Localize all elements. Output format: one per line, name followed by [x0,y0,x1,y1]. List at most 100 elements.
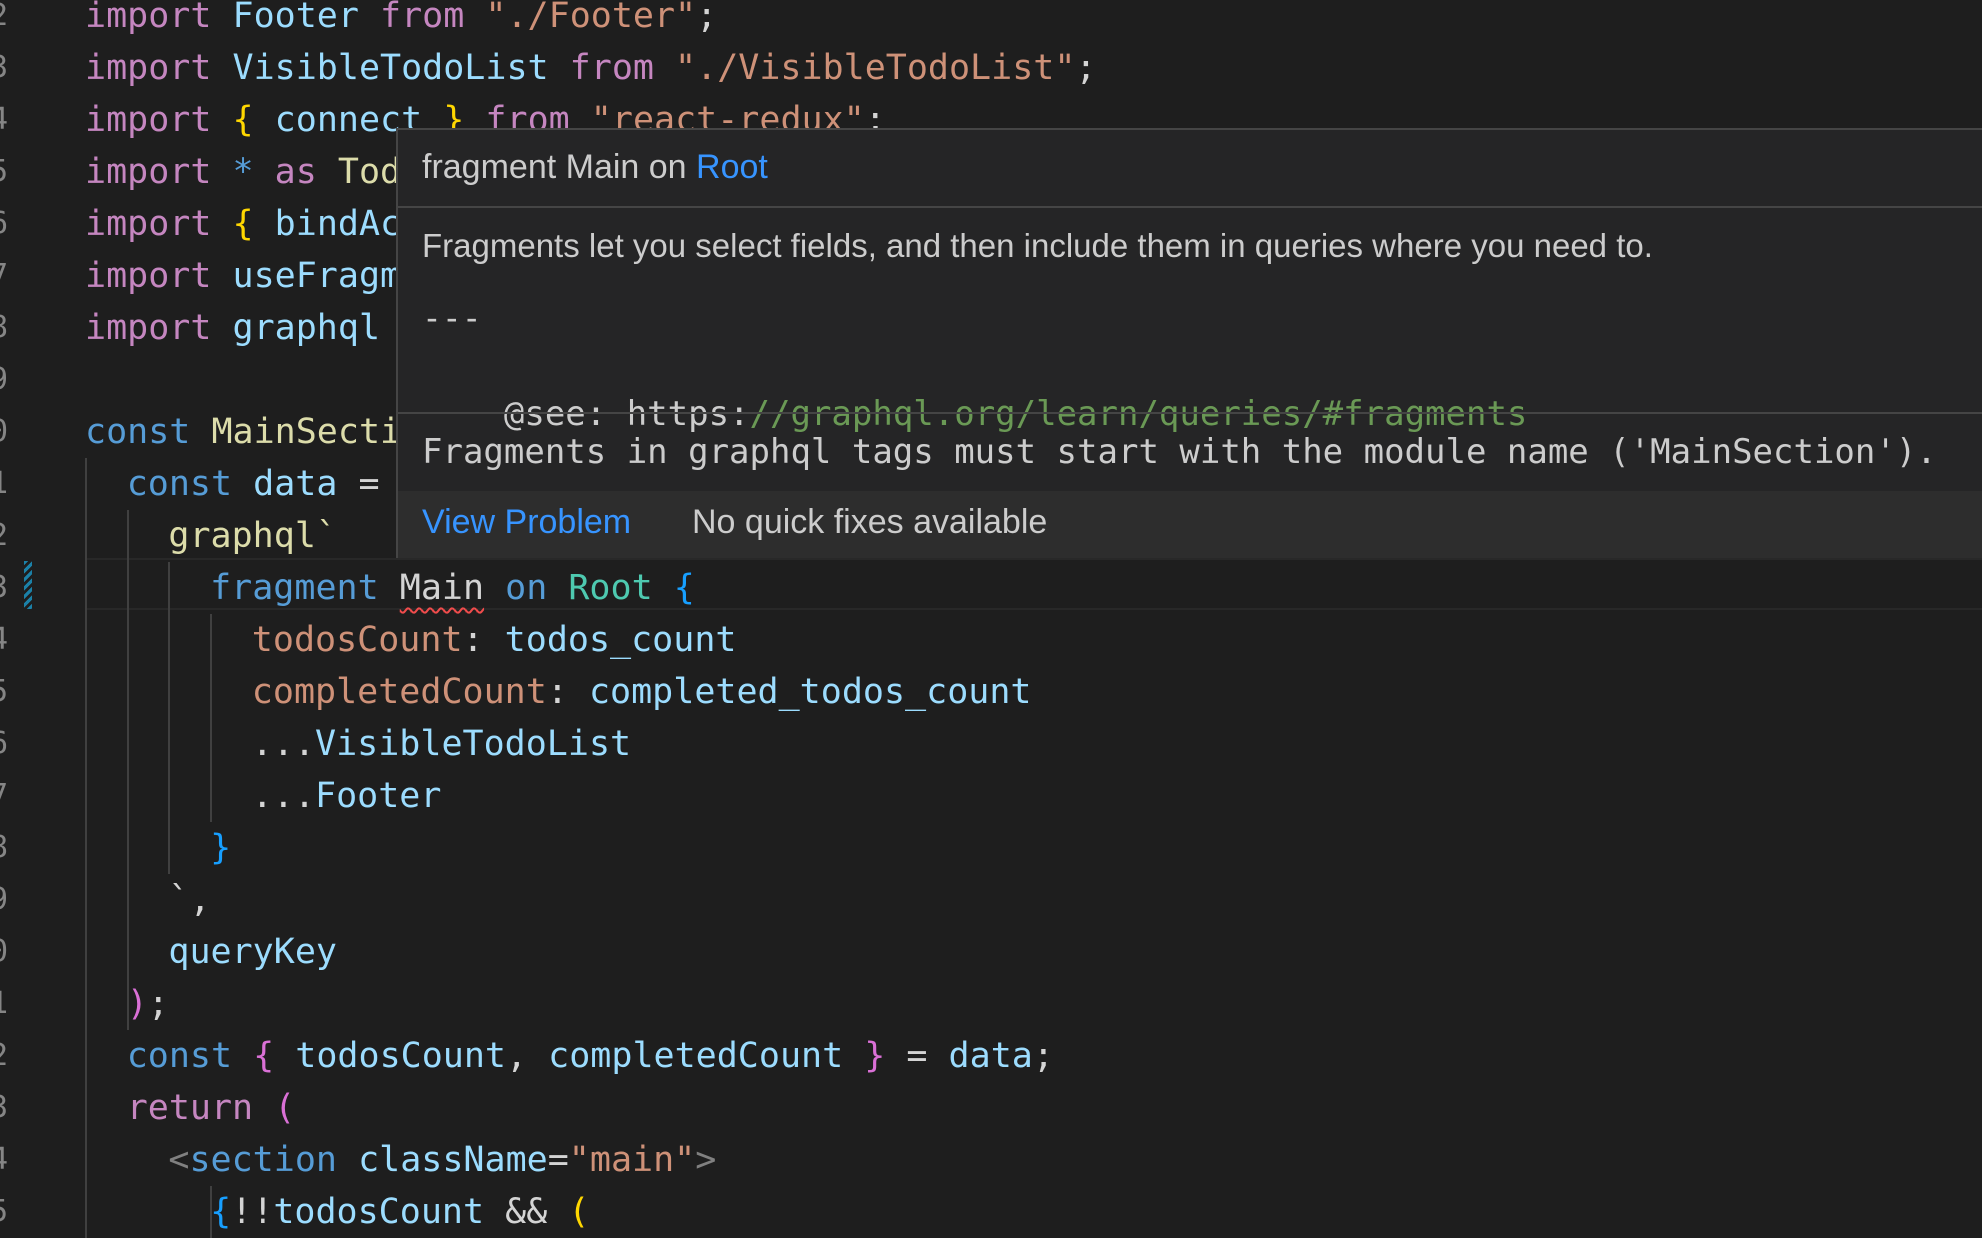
indent-guide [210,1186,213,1238]
code-token: from [569,48,654,88]
indent-guide [126,510,129,1030]
code-token: { [253,1036,275,1076]
code-token: from [380,0,465,36]
code-token: ( [568,1192,590,1232]
code-token: const [126,1036,233,1076]
code-token: import [85,308,212,348]
code-token: completed_todos_count [588,672,1032,712]
code-token: completedCount [548,1036,844,1076]
view-problem-link[interactable]: View Problem [422,503,631,542]
hover-signature-type[interactable]: Root [696,148,768,186]
code-token: !! [231,1192,274,1232]
code-token: ( [274,1088,296,1128]
hover-see-label: @see: https: [503,394,750,434]
code-token: className [358,1140,548,1180]
code-line[interactable]: {!!todosCount && ( [210,1186,589,1238]
hover-tooltip: fragment Main on Root Fragments let you … [396,128,1982,558]
code-line[interactable]: fragment Main on Root { [210,562,695,614]
code-line[interactable]: return ( [127,1082,296,1134]
code-token: VisibleTodoList [232,48,549,88]
line-number: 2 [0,0,8,42]
code-line[interactable]: import VisibleTodoList from "./VisibleTo… [85,42,1097,94]
code-token: todosCount [251,620,463,660]
code-token: bindAc [274,204,402,244]
code-token: completedCount [251,672,547,712]
code-line[interactable]: import Footer from "./Footer"; [85,0,717,42]
code-token: ; [147,984,169,1024]
code-line[interactable]: const { todosCount, completedCount } = d… [127,1030,1054,1082]
hover-description: Fragments let you select fields, and the… [422,227,1653,264]
code-token: section [189,1140,337,1180]
code-line[interactable]: import graphql [85,302,380,354]
code-token: MainSecti [211,412,402,452]
code-token: import [85,152,212,192]
line-number: 2 [0,510,8,562]
indent-guide [85,458,87,1238]
code-line[interactable]: ...Footer [252,770,442,822]
line-number: 5 [0,666,8,718]
code-token: = [358,464,380,504]
line-number: 7 [0,250,8,302]
line-number: 8 [0,302,8,354]
hover-separator [398,206,1982,208]
code-line[interactable]: todosCount: todos_count [252,614,737,666]
hover-separator [398,412,1982,414]
line-number: 9 [0,874,8,926]
code-token: ; [696,0,718,36]
code-line[interactable]: graphql` [168,510,337,562]
code-line[interactable]: } [210,822,231,874]
code-line[interactable]: ...VisibleTodoList [252,718,631,770]
code-token: fragment [210,568,379,608]
line-number: 4 [0,94,8,146]
code-line[interactable]: import useFragm [85,250,401,302]
code-token: import [85,0,212,36]
code-token: : [546,672,589,712]
code-token: return [126,1088,254,1128]
code-line[interactable]: <section className="main"> [168,1134,716,1186]
line-number: 4 [0,614,8,666]
code-token: todosCount [295,1036,506,1076]
code-token: ; [1075,48,1097,88]
code-line[interactable]: import { bindAc [85,198,401,250]
code-line[interactable]: const MainSecti [85,406,401,458]
code-token: ; [1032,1036,1054,1076]
line-number: 6 [0,718,8,770]
code-token: ... [251,776,316,816]
hover-see-url[interactable]: //graphql.org/learn/queries/#fragments [750,394,1528,434]
no-quick-fixes-label: No quick fixes available [692,503,1048,541]
code-token: { [232,100,254,140]
code-line[interactable]: `, [168,874,210,926]
code-line[interactable]: queryKey [168,926,337,978]
code-token: Root [568,568,653,608]
code-line[interactable]: const data = [127,458,380,510]
code-token: : [462,620,505,660]
code-line[interactable]: ); [127,978,169,1030]
code-line[interactable]: completedCount: completed_todos_count [252,666,1032,718]
code-token: = [547,1140,569,1180]
line-number: 8 [0,822,8,874]
code-token: { [673,568,695,608]
code-token: VisibleTodoList [315,724,632,764]
git-modified-marker[interactable] [24,561,32,609]
code-token: graphql [232,308,381,348]
code-token: Tod [337,152,402,192]
code-line[interactable]: import * as Tod [85,146,401,198]
hover-signature: fragment Main on Root [422,148,768,187]
line-number: 4 [0,1134,8,1186]
code-token: > [695,1140,717,1180]
line-number: 3 [0,42,8,94]
